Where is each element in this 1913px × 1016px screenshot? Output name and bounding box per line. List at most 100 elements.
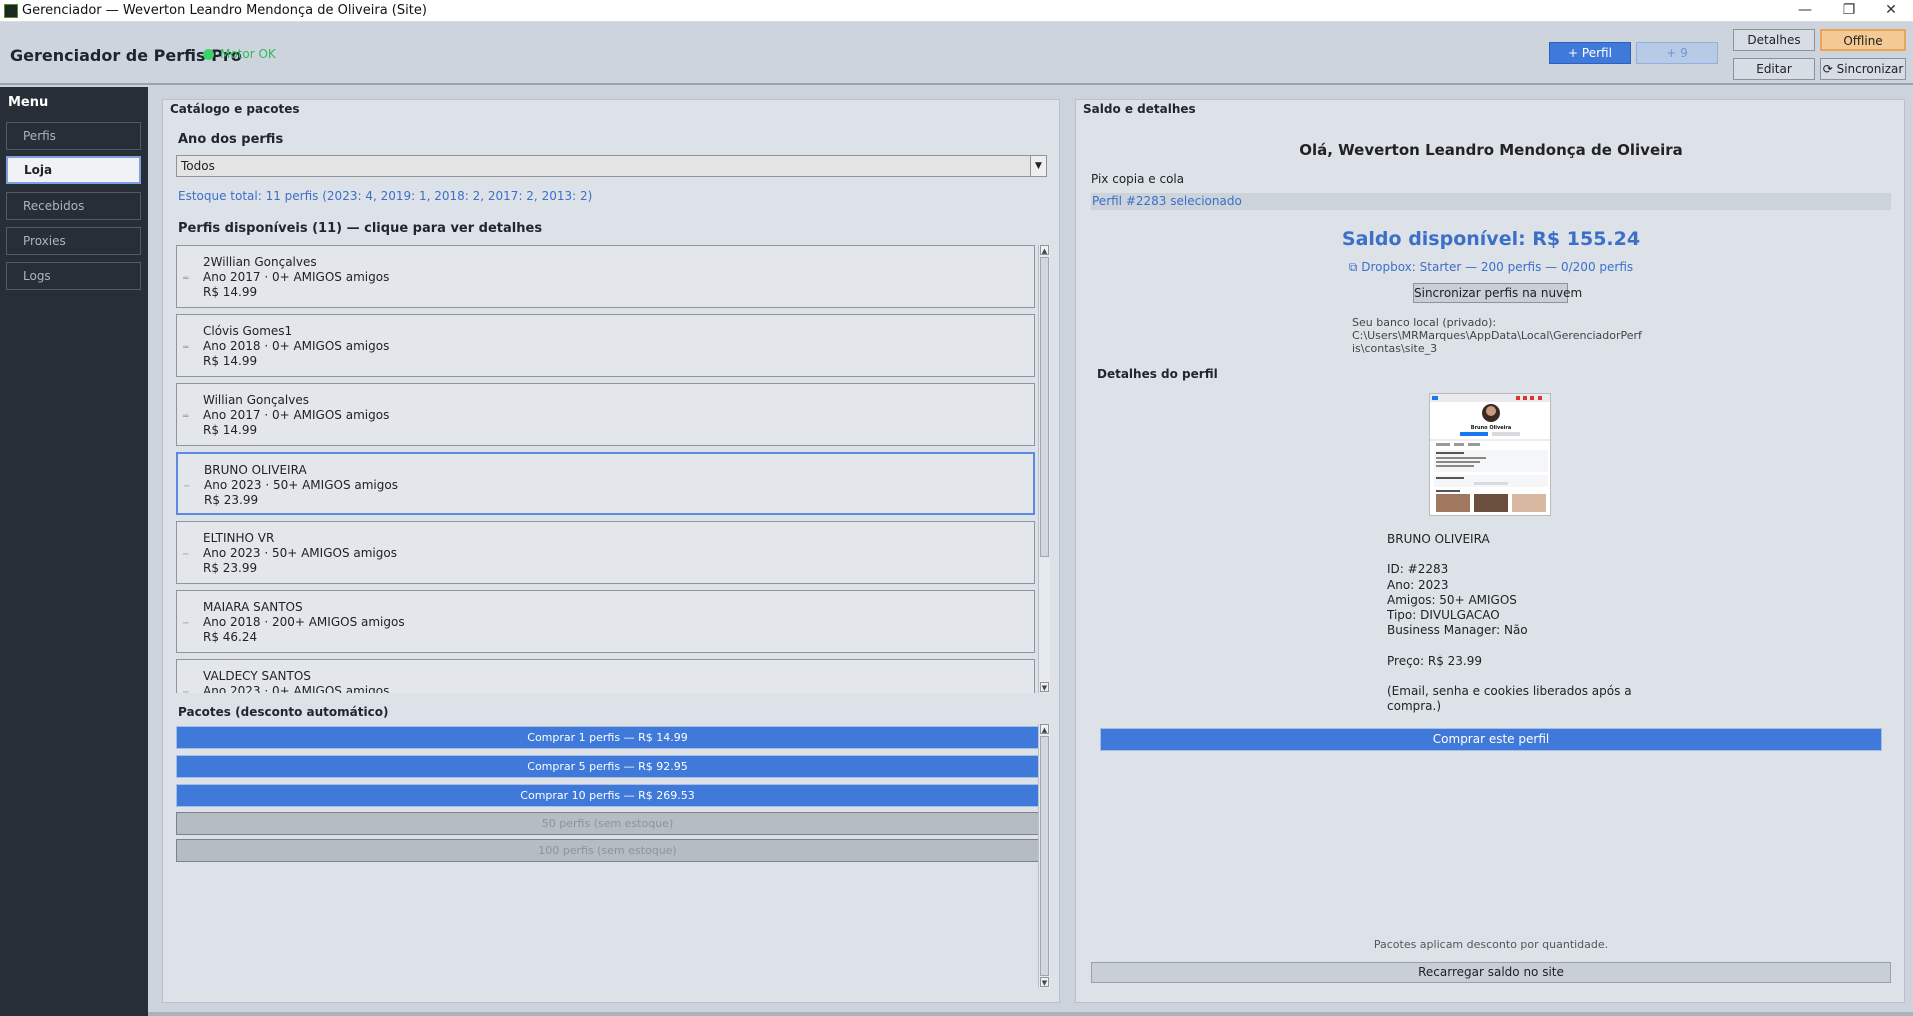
detail-note: (Email, senha e cookies liberados após a… <box>1387 684 1632 714</box>
drag-handle-icon: ─ <box>183 619 189 629</box>
profile-price: R$ 14.99 <box>203 423 258 437</box>
buy-50-package-button: 50 perfis (sem estoque) <box>176 812 1039 835</box>
detail-year: Ano: 2023 <box>1387 577 1449 592</box>
detail-friends: Amigos: 50+ AMIGOS <box>1387 592 1517 607</box>
detail-price: Preço: R$ 23.99 <box>1387 653 1483 668</box>
profile-info: Ano 2023 · 50+ AMIGOS amigos <box>203 546 397 560</box>
drag-handle-icon: ─ <box>183 550 189 560</box>
buy-10-package-button[interactable]: Comprar 10 perfis — R$ 269.53 <box>176 784 1039 807</box>
profile-card-selected[interactable]: ─ BRUNO OLIVEIRA Ano 2023 · 50+ AMIGOS a… <box>176 452 1035 515</box>
profile-info: Ano 2018 · 200+ AMIGOS amigos <box>203 615 405 629</box>
year-select[interactable]: Todos ▼ <box>176 155 1047 177</box>
buy-100-package-button: 100 perfis (sem estoque) <box>176 839 1039 862</box>
profile-info: Ano 2017 · 0+ AMIGOS amigos <box>203 408 390 422</box>
profile-card[interactable]: ─ MAIARA SANTOS Ano 2018 · 200+ AMIGOS a… <box>176 590 1035 653</box>
profile-card[interactable]: ═ Willian Gonçalves Ano 2017 · 0+ AMIGOS… <box>176 383 1035 446</box>
profile-card[interactable]: ═ Clóvis Gomes1 Ano 2018 · 0+ AMIGOS ami… <box>176 314 1035 377</box>
profiles-list[interactable]: ═ 2Willian Gonçalves Ano 2017 · 0+ AMIGO… <box>176 245 1050 693</box>
profile-name: MAIARA SANTOS <box>203 600 303 614</box>
pix-label: Pix copia e cola <box>1091 172 1185 186</box>
profile-price: R$ 46.24 <box>203 630 258 644</box>
minimize-icon[interactable]: — <box>1783 0 1827 22</box>
sync-button[interactable]: ⟳ Sincronizar <box>1820 58 1906 80</box>
detail-spacer <box>1387 639 1647 654</box>
pix-field[interactable]: Perfil #2283 selecionado <box>1091 193 1891 210</box>
engine-status: Motor OK <box>220 47 276 61</box>
packages-title: Pacotes (desconto automático) <box>178 705 389 719</box>
cloud-sync-button[interactable]: Sincronizar perfis na nuvem <box>1413 283 1582 303</box>
buy-5-package-button[interactable]: Comprar 5 perfis — R$ 92.95 <box>176 755 1039 778</box>
details-button[interactable]: Detalhes <box>1733 29 1815 51</box>
scroll-up-icon[interactable]: ▲ <box>1040 724 1049 734</box>
app-icon <box>4 4 18 18</box>
sidebar: Menu Perfis Loja Recebidos Proxies Logs <box>0 87 148 1016</box>
profile-info: Ano 2023 · 0+ AMIGOS amigos <box>203 684 390 693</box>
catalog-panel: Catálogo e pacotes Ano dos perfis Todos … <box>162 99 1060 1003</box>
profile-info: Ano 2023 · 50+ AMIGOS amigos <box>204 478 398 492</box>
drag-handle-icon: ═ <box>183 274 189 284</box>
profile-name: Willian Gonçalves <box>203 393 309 407</box>
profile-card[interactable]: ═ 2Willian Gonçalves Ano 2017 · 0+ AMIGO… <box>176 245 1035 308</box>
window-titlebar: Gerenciador — Weverton Leandro Mendonça … <box>0 0 1913 22</box>
drag-handle-icon: ─ <box>183 688 189 693</box>
scroll-thumb[interactable] <box>1040 257 1049 557</box>
recharge-button[interactable]: Recarregar saldo no site <box>1091 962 1891 983</box>
status-dot-icon <box>203 49 214 60</box>
year-label: Ano dos perfis <box>178 132 284 147</box>
sidebar-item-recebidos[interactable]: Recebidos <box>6 192 141 220</box>
profile-name: Clóvis Gomes1 <box>203 324 293 338</box>
edit-button[interactable]: Editar <box>1733 58 1815 80</box>
detail-spacer <box>1387 669 1647 684</box>
scroll-down-icon[interactable]: ▼ <box>1040 682 1049 692</box>
profile-details: BRUNO OLIVEIRA ID: #2283 Ano: 2023 Amigo… <box>1387 532 1647 715</box>
detail-spacer <box>1387 547 1647 562</box>
window-title: Gerenciador — Weverton Leandro Mendonça … <box>22 3 427 18</box>
stock-summary: Estoque total: 11 perfis (2023: 4, 2019:… <box>178 189 593 203</box>
buy-profile-button[interactable]: Comprar este perfil <box>1100 728 1882 751</box>
sidebar-item-logs[interactable]: Logs <box>6 262 141 290</box>
close-icon[interactable]: ✕ <box>1869 0 1913 22</box>
profile-name: BRUNO OLIVEIRA <box>204 463 307 477</box>
profile-card[interactable]: ─ VALDECY SANTOS Ano 2023 · 0+ AMIGOS am… <box>176 659 1035 693</box>
local-db-path: C:\Users\MRMarques\AppData\Local\Gerenci… <box>1352 329 1642 355</box>
balance-amount: Saldo disponível: R$ 155.24 <box>1341 228 1641 250</box>
detail-type: Tipo: DIVULGACAO <box>1387 608 1500 623</box>
scroll-thumb[interactable] <box>1040 736 1049 976</box>
detail-id: ID: #2283 <box>1387 562 1449 577</box>
profile-info: Ano 2018 · 0+ AMIGOS amigos <box>203 339 390 353</box>
maximize-icon[interactable]: ❐ <box>1827 0 1871 22</box>
profile-name: 2Willian Gonçalves <box>203 255 317 269</box>
local-db-info: Seu banco local (privado): C:\Users\MRMa… <box>1352 316 1642 355</box>
profile-details-title: Detalhes do perfil <box>1097 367 1218 381</box>
add-profile-button[interactable]: + Perfil <box>1549 42 1631 64</box>
sidebar-item-perfis[interactable]: Perfis <box>6 122 141 150</box>
profile-price: R$ 23.99 <box>203 561 258 575</box>
chevron-down-icon[interactable]: ▼ <box>1030 156 1046 176</box>
dropbox-plan[interactable]: ⧉ Dropbox: Starter — 200 perfis — 0/200 … <box>1076 260 1906 275</box>
detail-business-manager: Business Manager: Não <box>1387 623 1528 638</box>
sidebar-item-loja[interactable]: Loja <box>6 156 141 184</box>
profiles-list-title: Perfis disponíveis (11) — clique para ve… <box>178 221 543 236</box>
scroll-down-icon[interactable]: ▼ <box>1040 977 1049 987</box>
profile-price: R$ 14.99 <box>203 354 258 368</box>
sidebar-item-proxies[interactable]: Proxies <box>6 227 141 255</box>
profiles-scrollbar[interactable]: ▲ ▼ <box>1038 245 1050 693</box>
sidebar-title: Menu <box>8 95 49 110</box>
packages-note: Pacotes aplicam desconto por quantidade. <box>1373 938 1609 951</box>
offline-button[interactable]: Offline <box>1820 29 1906 51</box>
drag-handle-icon: ═ <box>183 412 189 422</box>
year-select-value: Todos <box>181 159 215 173</box>
profile-price: R$ 23.99 <box>204 493 259 507</box>
profile-card[interactable]: ─ ELTINHO VR Ano 2023 · 50+ AMIGOS amigo… <box>176 521 1035 584</box>
local-db-label: Seu banco local (privado): <box>1352 316 1497 329</box>
buy-1-package-button[interactable]: Comprar 1 perfis — R$ 14.99 <box>176 726 1039 749</box>
catalog-title: Catálogo e pacotes <box>170 102 300 116</box>
add-nine-button[interactable]: + 9 <box>1636 42 1718 64</box>
scroll-up-icon[interactable]: ▲ <box>1040 245 1049 255</box>
pix-value: Perfil #2283 selecionado <box>1092 194 1242 208</box>
greeting: Olá, Weverton Leandro Mendonça de Olivei… <box>1299 141 1683 159</box>
profile-price: R$ 14.99 <box>203 285 258 299</box>
profile-name: VALDECY SANTOS <box>203 669 311 683</box>
packages-scrollbar[interactable]: ▲ ▼ <box>1038 724 1050 988</box>
profile-info: Ano 2017 · 0+ AMIGOS amigos <box>203 270 390 284</box>
